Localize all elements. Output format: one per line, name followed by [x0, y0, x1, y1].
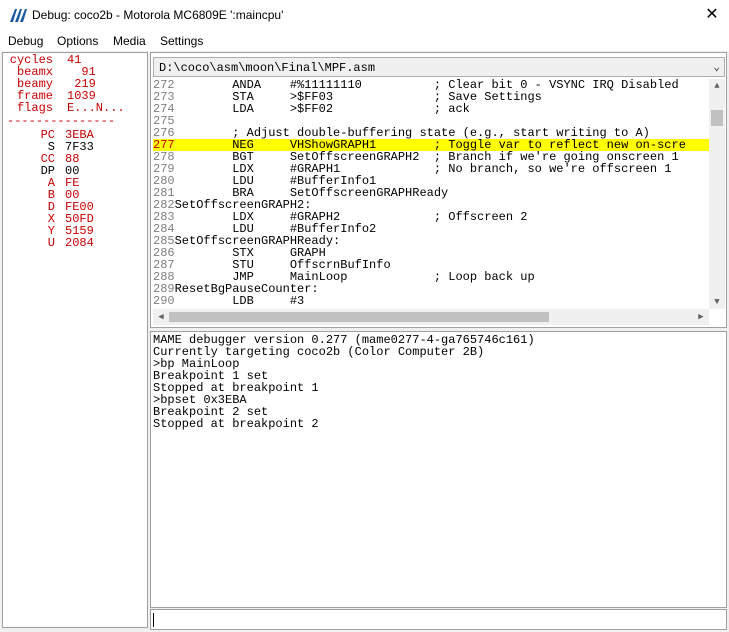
separator-text: ---------------	[7, 114, 116, 128]
scroll-up-icon[interactable]: ▲	[709, 79, 725, 93]
close-button[interactable]: ✕	[695, 0, 729, 31]
text-caret	[153, 613, 154, 627]
register-name: flags	[16, 101, 53, 115]
mame-app-icon	[10, 9, 27, 22]
menu-media[interactable]: Media	[113, 34, 146, 48]
scrollbar-thumb[interactable]	[711, 110, 723, 126]
scroll-left-icon[interactable]: ◀	[153, 309, 169, 325]
title-bar: Debug: coco2b - Motorola MC6809E ':mainc…	[0, 0, 729, 32]
vertical-scrollbar[interactable]: ▲ ▼	[709, 79, 725, 309]
source-file-path: D:\coco\asm\moon\Final\MPF.asm	[159, 61, 376, 75]
menu-bar: Debug Options Media Settings	[0, 31, 729, 51]
close-icon: ✕	[705, 6, 719, 23]
menu-settings[interactable]: Settings	[160, 34, 203, 48]
line-text: LDB #3	[174, 294, 305, 308]
line-number: 290	[153, 294, 175, 308]
source-line[interactable]: 274 LDA >$FF02 ; ack	[153, 103, 709, 115]
register-panel[interactable]: cycles 41 beamx 91 beamy 219 frame 1039 flags E…	[2, 52, 148, 628]
register-value: E...N...	[67, 101, 125, 115]
source-file-select[interactable]: D:\coco\asm\moon\Final\MPF.asm ⌄	[153, 57, 725, 77]
source-view-panel: D:\coco\asm\moon\Final\MPF.asm ⌄ 272 AND…	[150, 52, 727, 328]
register-name: U	[47, 236, 55, 250]
source-line[interactable]: 290 LDB #3	[153, 295, 709, 307]
scroll-down-icon[interactable]: ▼	[709, 295, 725, 309]
line-text: LDA >$FF02 ; ack	[174, 102, 470, 116]
scrollbar-thumb[interactable]	[169, 312, 549, 322]
scroll-right-icon[interactable]: ▶	[693, 309, 709, 325]
command-input[interactable]	[150, 609, 727, 630]
console-line: Stopped at breakpoint 2	[153, 417, 319, 431]
source-code-view[interactable]: 272 ANDA #%11111110 ; Clear bit 0 - VSYN…	[153, 79, 709, 309]
menu-options[interactable]: Options	[57, 34, 98, 48]
console-output[interactable]: MAME debugger version 0.277 (mame0277-4-…	[150, 331, 727, 608]
chevron-down-icon: ⌄	[713, 62, 720, 74]
register-value: 2084	[65, 236, 94, 250]
window-title: Debug: coco2b - Motorola MC6809E ':mainc…	[32, 8, 284, 22]
menu-debug[interactable]: Debug	[8, 34, 43, 48]
horizontal-scrollbar[interactable]: ◀ ▶	[153, 309, 709, 325]
